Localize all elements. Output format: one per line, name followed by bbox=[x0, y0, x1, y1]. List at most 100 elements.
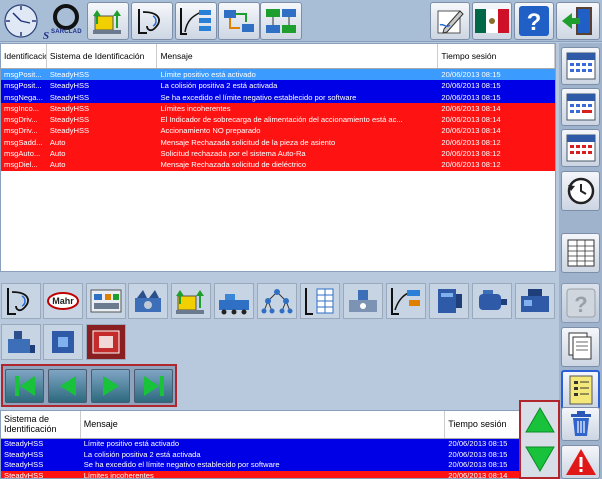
grinding-tool[interactable] bbox=[128, 283, 168, 319]
help-button[interactable]: ? bbox=[514, 2, 554, 40]
cell-time: 20/06/2013 08:15 bbox=[448, 449, 508, 459]
alarm-table[interactable]: Identificación Sistema de Identificación… bbox=[0, 43, 556, 272]
cell-message: El Indicador de sobrecarga de alimentaci… bbox=[160, 115, 403, 125]
table-row[interactable]: msgDriv... SteadyHSS Accionamiento NO prep… bbox=[1, 125, 555, 137]
cell-message: La colisión positiva 2 está activada bbox=[160, 81, 278, 91]
profile-measure-tool[interactable] bbox=[386, 283, 426, 319]
cell-message: Se ha excedido el límite negativo establ… bbox=[83, 460, 280, 469]
cell-time: 20/06/2013 08:15 bbox=[441, 81, 501, 91]
network-button[interactable] bbox=[260, 2, 302, 40]
mahr-tool[interactable]: Mahr bbox=[43, 283, 83, 319]
scroll-down-button[interactable] bbox=[523, 441, 556, 475]
last-record-button[interactable] bbox=[134, 369, 173, 403]
table-row[interactable]: SteadyHSS Se ha excedido el límite negati… bbox=[1, 460, 520, 471]
table-row[interactable]: msgDriv... SteadyHSS El Indicador de sobre… bbox=[1, 114, 555, 126]
exit-button[interactable] bbox=[556, 2, 600, 40]
column-header-system[interactable]: Sistema de Identificación bbox=[1, 411, 81, 438]
roll-grid-icon bbox=[305, 288, 334, 315]
chock-tool[interactable] bbox=[1, 324, 41, 360]
hierarchy-tool[interactable] bbox=[257, 283, 297, 319]
delete-button[interactable] bbox=[561, 407, 600, 441]
cell-id: msgDiel... bbox=[4, 160, 38, 170]
hierarchy-icon bbox=[261, 289, 293, 314]
stand-alarm-tool[interactable] bbox=[86, 324, 126, 360]
machine-unit-tool[interactable] bbox=[515, 283, 555, 319]
arrow-down-icon bbox=[524, 446, 555, 472]
cell-system: SteadyHSS bbox=[49, 115, 90, 125]
data-transfer-button[interactable] bbox=[218, 2, 260, 40]
stand-tool[interactable] bbox=[43, 324, 83, 360]
arrow-up-icon bbox=[524, 407, 555, 433]
load-unload-button[interactable] bbox=[87, 2, 129, 40]
column-header-time[interactable]: Tiempo sesión bbox=[438, 44, 555, 68]
edit-notes-button[interactable] bbox=[430, 2, 470, 40]
scroll-up-button[interactable] bbox=[523, 404, 556, 438]
table-row[interactable]: msgSadd... Auto Mensaje Rechazada solicitu… bbox=[1, 136, 555, 149]
cell-system: SteadyHSS bbox=[49, 70, 90, 79]
conveyor-tool[interactable] bbox=[214, 283, 254, 319]
roll-profile-button[interactable] bbox=[131, 2, 173, 40]
roll-profile-tool[interactable] bbox=[1, 283, 41, 319]
documents-button[interactable] bbox=[561, 327, 600, 367]
table-row[interactable]: SteadyHSS La colisión positiva 2 está act… bbox=[1, 449, 520, 460]
top-toolbar: S SARCLAD ? bbox=[0, 0, 602, 42]
table-row[interactable]: msgDiel... Auto Mensaje Rechazada solicitu… bbox=[1, 159, 555, 171]
right-sidebar: ? bbox=[559, 43, 602, 479]
clock-icon bbox=[2, 2, 40, 40]
column-header-system[interactable]: Sistema de Identificación bbox=[47, 44, 158, 68]
inspection-tool[interactable] bbox=[343, 283, 383, 319]
cabinet-tool[interactable] bbox=[429, 283, 469, 319]
calendar-month-button[interactable] bbox=[561, 129, 600, 167]
previous-record-button[interactable] bbox=[48, 369, 87, 403]
skip-last-icon bbox=[143, 376, 164, 396]
column-header-time[interactable]: Tiempo sesión bbox=[445, 411, 520, 438]
first-record-button[interactable] bbox=[5, 369, 44, 403]
cell-id: msgInco... bbox=[4, 103, 40, 113]
chock-icon bbox=[8, 331, 35, 353]
table-row[interactable]: SteadyHSS Límite positivo está activado 20… bbox=[1, 439, 520, 450]
table-view-button[interactable] bbox=[561, 233, 600, 273]
calendar-day-button[interactable] bbox=[561, 47, 600, 85]
disabled-help-button[interactable]: ? bbox=[561, 283, 600, 323]
stand-icon bbox=[52, 331, 74, 353]
table-row[interactable]: msgAuto... Auto Solicitud rechazada por el… bbox=[1, 148, 555, 160]
svg-text:S: S bbox=[43, 30, 49, 41]
trash-icon bbox=[570, 411, 591, 436]
cell-id: msgDriv... bbox=[4, 115, 38, 125]
machine-layout-tool[interactable] bbox=[86, 283, 126, 319]
svg-text:?: ? bbox=[574, 292, 587, 317]
history-button[interactable] bbox=[561, 171, 600, 211]
exit-door-icon bbox=[562, 7, 592, 35]
column-header-message[interactable]: Mensaje bbox=[81, 411, 446, 438]
mexico-flag-icon bbox=[475, 9, 509, 33]
scroll-controls bbox=[519, 400, 560, 479]
cell-id: msgNega... bbox=[4, 92, 43, 102]
next-record-button[interactable] bbox=[91, 369, 130, 403]
checklist-button[interactable] bbox=[561, 370, 600, 410]
column-header-message[interactable]: Mensaje bbox=[157, 44, 439, 68]
cell-message: Mensaje Rechazada solicitud de la pieza … bbox=[160, 137, 336, 147]
column-header-id[interactable]: Identificación bbox=[1, 44, 47, 68]
skip-first-icon bbox=[14, 376, 35, 396]
motor-tool[interactable] bbox=[472, 283, 512, 319]
table-row[interactable]: msgPosit... SteadyHSS Límite positivo está… bbox=[1, 69, 555, 81]
cell-system: Auto bbox=[49, 149, 66, 159]
cell-system: SteadyHSS bbox=[4, 470, 44, 479]
load-unload-icon bbox=[176, 290, 204, 314]
cell-id: msgPosit... bbox=[4, 81, 42, 91]
calendar-week-button[interactable] bbox=[561, 88, 600, 126]
active-alarm-table[interactable]: Sistema de Identificación Mensaje Tiempo… bbox=[0, 410, 521, 479]
table-row[interactable]: msgNega... SteadyHSS Se ha excedido el lím… bbox=[1, 91, 555, 103]
cell-time: 20/06/2013 08:12 bbox=[441, 160, 501, 170]
cell-time: 20/06/2013 08:15 bbox=[441, 70, 501, 79]
cell-time: 20/06/2013 08:12 bbox=[441, 149, 501, 159]
measurement-button[interactable] bbox=[175, 2, 217, 40]
table-row[interactable]: msgInco... SteadyHSS Límites incoherentes 2… bbox=[1, 102, 555, 115]
language-button[interactable] bbox=[472, 2, 512, 40]
cell-time: 20/06/2013 08:14 bbox=[448, 470, 508, 479]
roll-grid-tool[interactable] bbox=[300, 283, 340, 319]
load-unload-tool[interactable] bbox=[171, 283, 211, 319]
alarm-warning-button[interactable] bbox=[561, 445, 600, 479]
table-row[interactable]: msgPosit... SteadyHSS La colisión positiva… bbox=[1, 80, 555, 92]
table-row[interactable]: SteadyHSS Límites incoherentes 20/06/2013 … bbox=[1, 470, 520, 479]
